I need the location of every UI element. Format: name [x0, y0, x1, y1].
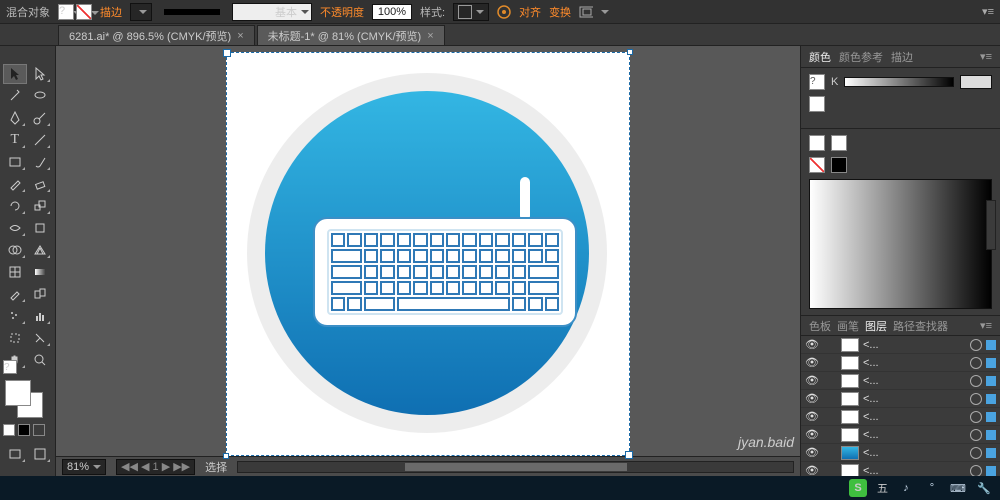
app-root: 混合对象 ? 描边 基本 不透明度 100% 样式: 对齐 变换 ▾≡ 6281… — [0, 0, 1000, 500]
main-area: T ? — [0, 46, 1000, 476]
color-panel: ? K — [801, 68, 1000, 129]
fill-color[interactable] — [5, 380, 31, 406]
stroke-swatch-mini[interactable] — [809, 96, 825, 112]
right-panels: 颜色 颜色参考 描边 ▾≡ ? K — [800, 46, 1000, 476]
collapsed-panel-dock[interactable] — [986, 200, 996, 250]
